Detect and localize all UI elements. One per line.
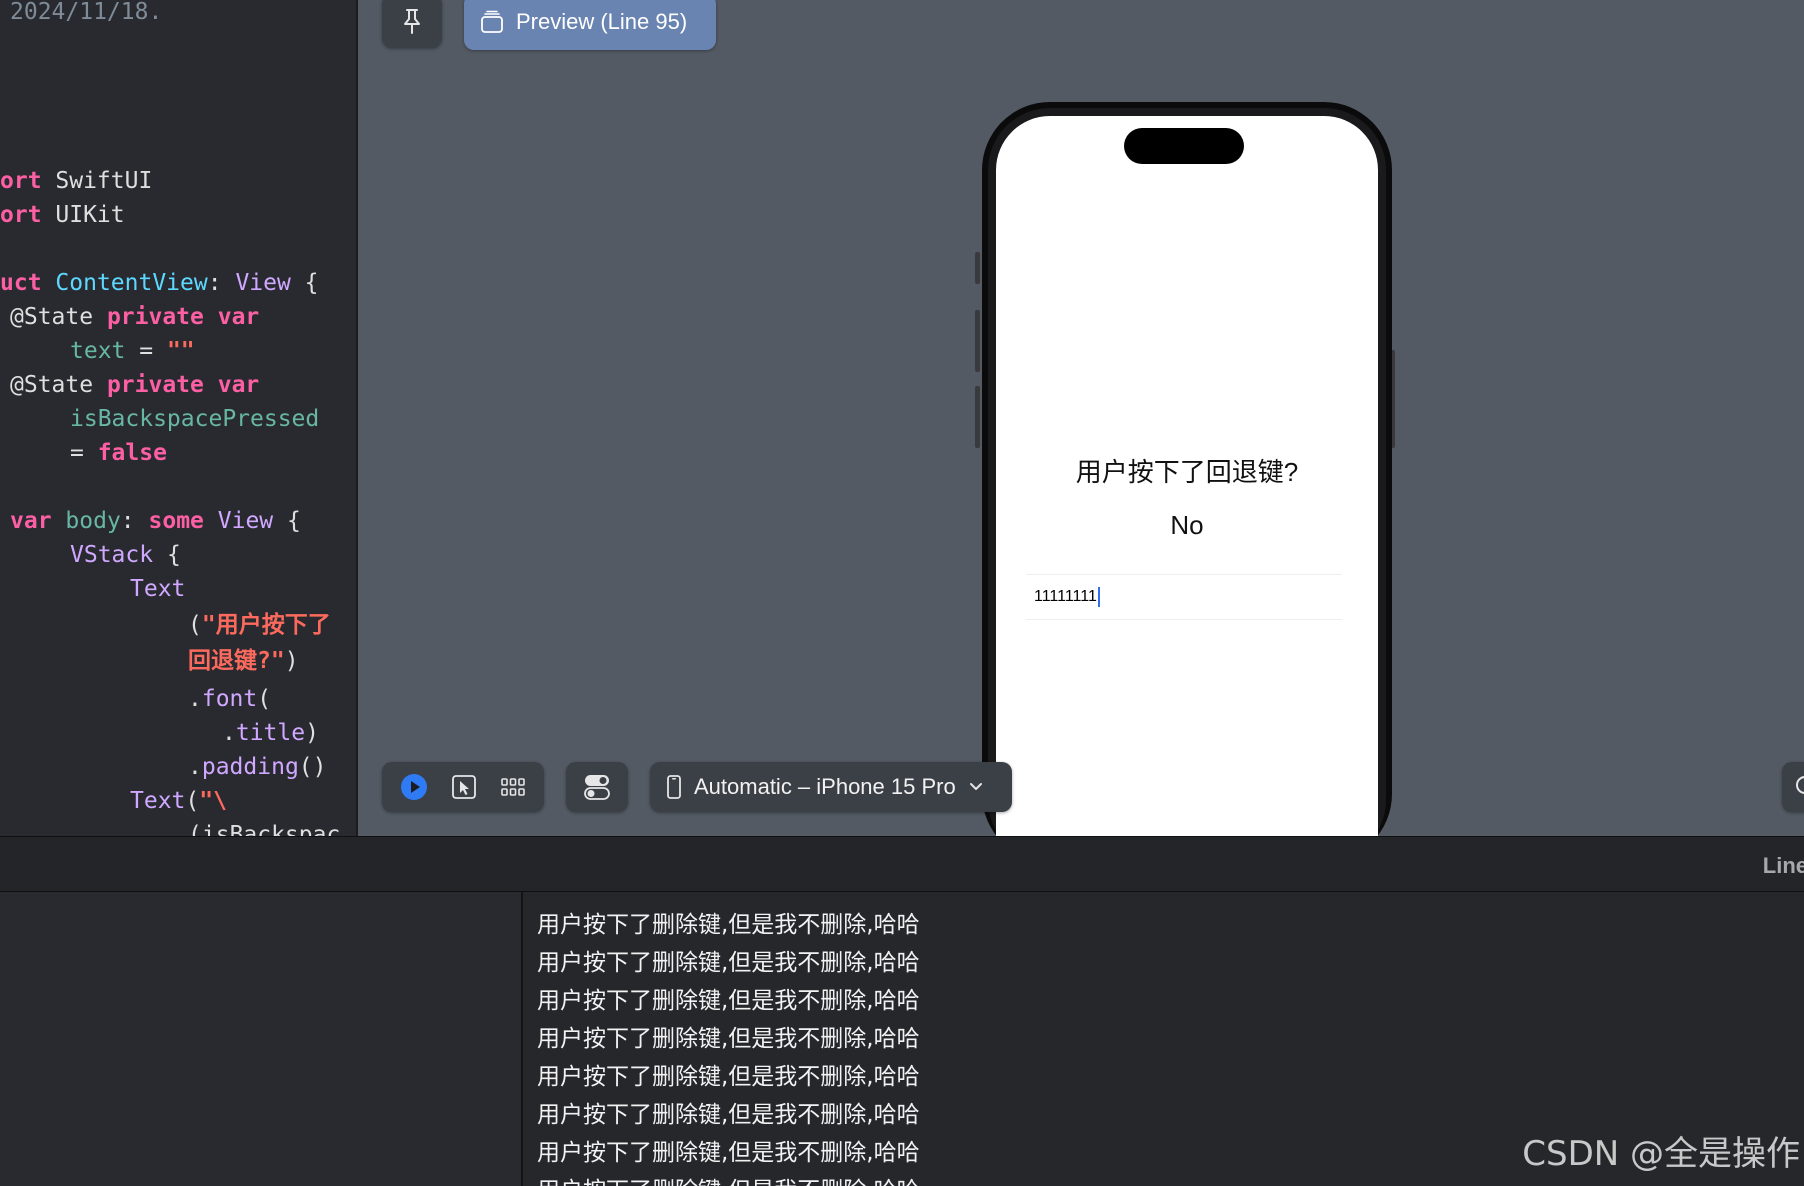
phone-volume-up-button (975, 310, 980, 372)
console-line: 用户按下了删除键,但是我不删除,哈哈 (537, 912, 920, 938)
debug-line-label: Line (1762, 853, 1804, 878)
iphone-frame: 用户按下了回退键? No 11111111 (982, 102, 1392, 836)
preview-canvas: Preview (Line 95) 用户按下了回退键? No 11111111 (358, 0, 1804, 836)
cursor-select-icon (452, 775, 476, 799)
backspace-question-text: 用户按下了回退键? (1075, 457, 1299, 487)
code-line: .title) (222, 720, 319, 746)
code-line: VStack { (70, 542, 181, 568)
code-line: (isBackspac (188, 822, 341, 836)
text-input-field[interactable]: 11111111 (1026, 574, 1342, 620)
console-line: 用户按下了删除键,但是我不删除,哈哈 (537, 988, 920, 1014)
preview-mode-controls (382, 762, 544, 812)
phone-screen: 用户按下了回退键? No 11111111 (996, 116, 1378, 836)
code-line: 回退键?") (188, 648, 299, 674)
text-cursor (1097, 587, 1100, 607)
code-line: .font( (188, 686, 272, 712)
phone-volume-down-button (975, 386, 980, 448)
console-line: 用户按下了删除键,但是我不删除,哈哈 (537, 1140, 920, 1166)
play-icon (400, 774, 427, 800)
code-line: Text (130, 576, 186, 602)
pin-preview-button[interactable] (382, 0, 442, 48)
code-line: ort UIKit (0, 202, 125, 228)
zoom-button[interactable] (1782, 762, 1804, 812)
code-line: @State private var (10, 372, 260, 398)
dynamic-island (1124, 128, 1244, 164)
code-line: var body: some View { (10, 508, 301, 534)
magnifier-icon (1796, 776, 1804, 794)
console-line: 用户按下了删除键,但是我不删除,哈哈 (537, 1026, 920, 1052)
device-picker-label: Automatic – iPhone 15 Pro (694, 774, 956, 799)
device-settings-button[interactable] (566, 762, 628, 812)
code-line: 2024/11/18. (10, 0, 163, 25)
console-line: 用户按下了删除键,但是我不删除,哈哈 (537, 1171, 920, 1186)
console-line: 用户按下了删除键,但是我不删除,哈哈 (537, 950, 920, 976)
code-line: text = "" (70, 338, 195, 364)
debug-area-bar: Line (0, 836, 1804, 892)
code-line: = false (70, 440, 167, 466)
pin-icon (404, 9, 420, 34)
live-preview-button[interactable] (400, 773, 428, 801)
watermark-text: CSDN @全是操作 (1522, 1134, 1800, 1174)
phone-action-button (975, 252, 980, 284)
preview-stack-icon (481, 10, 503, 33)
toggle-settings-icon (584, 775, 610, 800)
code-line: ("用户按下了 (188, 612, 331, 638)
code-line: ort SwiftUI (0, 168, 153, 194)
text-input-value: 11111111 (1034, 588, 1097, 606)
variables-view[interactable] (0, 892, 521, 1186)
code-line: uct ContentView: View { (0, 270, 319, 296)
code-line: .padding() (188, 754, 327, 780)
chevron-down-icon (969, 783, 982, 790)
preview-tab[interactable]: Preview (Line 95) (464, 0, 716, 50)
preview-tab-label: Preview (Line 95) (516, 9, 688, 34)
device-picker[interactable]: Automatic – iPhone 15 Pro (650, 762, 1012, 812)
code-line: Text("\ (130, 788, 227, 814)
console-line: 用户按下了删除键,但是我不删除,哈哈 (537, 1064, 920, 1090)
backspace-status-text: No (1170, 510, 1204, 540)
code-line: @State private var (10, 304, 260, 330)
grid-icon (501, 778, 526, 796)
iphone-icon (667, 775, 681, 799)
selectable-mode-button[interactable] (451, 774, 477, 800)
console-line: 用户按下了删除键,但是我不删除,哈哈 (537, 1102, 920, 1128)
variants-grid-button[interactable] (500, 776, 526, 798)
text-input-value-wrap: 11111111 (1034, 587, 1100, 607)
code-line: isBackspacePressed (70, 406, 320, 432)
code-editor[interactable]: 2024/11/18. ort SwiftUI ort UIKit uct Conte… (0, 0, 356, 836)
